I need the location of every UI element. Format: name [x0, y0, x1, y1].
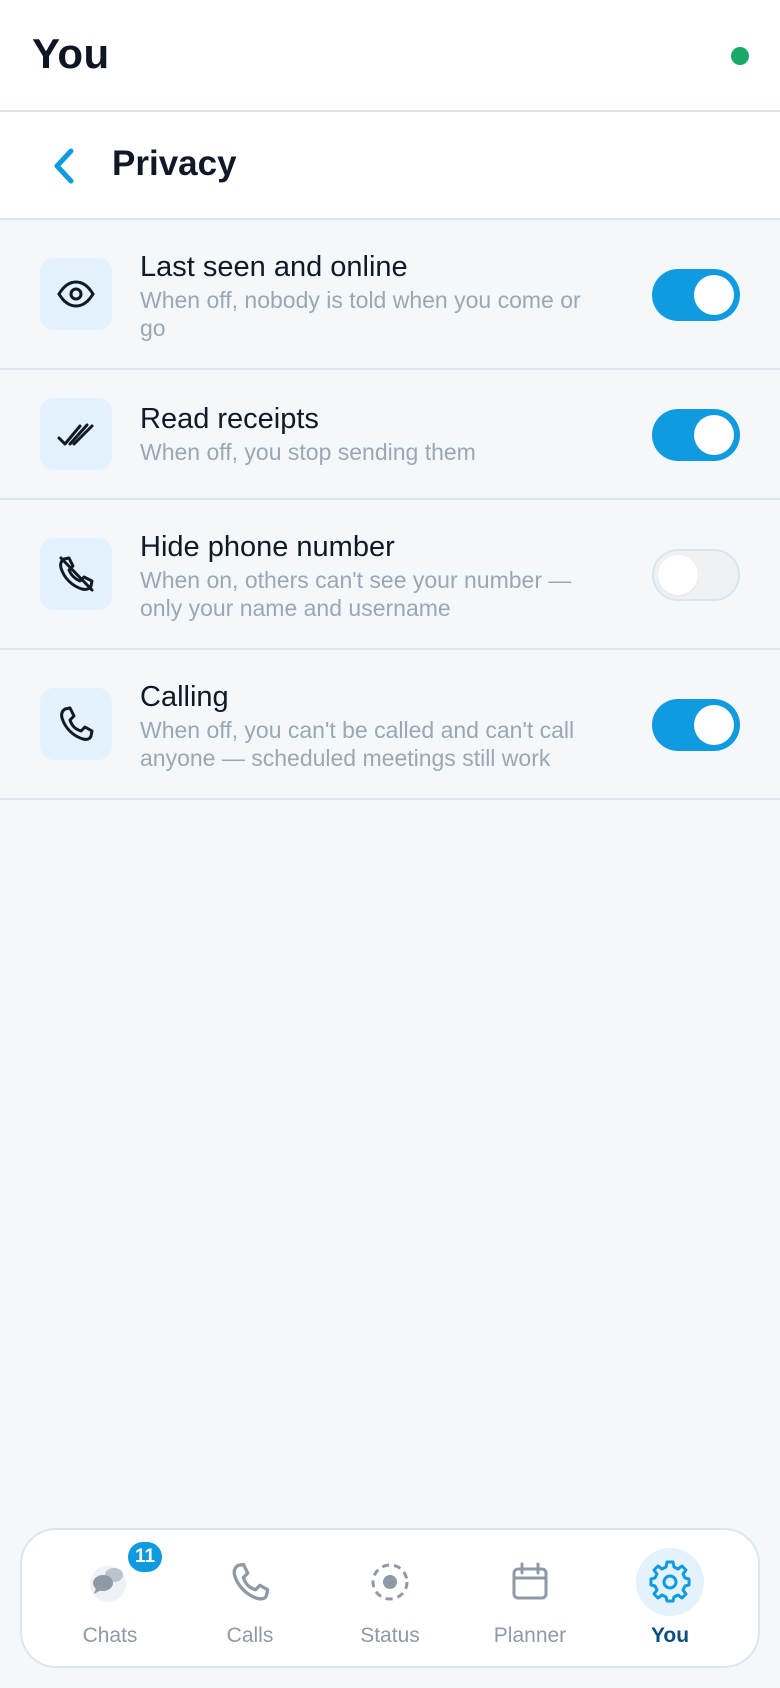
nav-planner[interactable]: Planner [462, 1530, 598, 1666]
chevron-left-icon [54, 148, 74, 184]
header-title: You [32, 30, 110, 77]
nav-label: You [650, 1624, 690, 1647]
nav-label: Calls [226, 1624, 274, 1647]
setting-hide-phone: Hide phone number When on, others can't … [0, 500, 780, 650]
toggle-knob [658, 555, 698, 595]
setting-text: Hide phone number When on, others can't … [140, 530, 610, 622]
page-title: Privacy [112, 144, 237, 183]
phone-hidden-icon [40, 538, 112, 610]
privacy-settings-list: Last seen and online When off, nobody is… [0, 220, 780, 800]
setting-read-receipts: Read receipts When off, you stop sending… [0, 370, 780, 500]
nav-calls[interactable]: Calls [182, 1530, 318, 1666]
hide-phone-toggle[interactable] [652, 549, 740, 601]
phone-icon [216, 1548, 284, 1616]
app-root: You Privacy Last seen and online When of… [0, 0, 780, 1688]
toggle-knob [694, 275, 734, 315]
top-header: You [0, 0, 780, 112]
phone-icon [40, 688, 112, 760]
nav-label: Planner [493, 1624, 567, 1647]
nav-label: Status [360, 1624, 420, 1647]
toggle-knob [694, 415, 734, 455]
back-button[interactable] [40, 142, 88, 190]
status-ring-icon [356, 1548, 424, 1616]
double-check-icon [40, 398, 112, 470]
eye-icon [40, 258, 112, 330]
setting-label: Read receipts [140, 403, 319, 435]
nav-label: Chats [82, 1624, 138, 1647]
nav-status[interactable]: Status [322, 1530, 458, 1666]
setting-description: When off, nobody is told when you come o… [140, 287, 581, 341]
setting-description: When on, others can't see your number — … [140, 567, 572, 621]
chats-unread-badge: 11 [126, 1540, 164, 1574]
setting-last-seen: Last seen and online When off, nobody is… [0, 220, 780, 370]
gear-icon [636, 1548, 704, 1616]
setting-label: Last seen and online [140, 251, 408, 283]
calling-toggle[interactable] [652, 699, 740, 751]
setting-description: When off, you stop sending them [140, 439, 476, 465]
nav-you[interactable]: You [602, 1530, 738, 1666]
read-receipts-toggle[interactable] [652, 409, 740, 461]
setting-text: Calling When off, you can't be called an… [140, 680, 610, 772]
toggle-knob [694, 705, 734, 745]
setting-text: Last seen and online When off, nobody is… [140, 250, 610, 342]
setting-label: Hide phone number [140, 531, 395, 563]
privacy-header: Privacy [0, 112, 780, 220]
setting-label: Calling [140, 681, 229, 713]
setting-calling: Calling When off, you can't be called an… [0, 650, 780, 800]
calendar-icon [496, 1548, 564, 1616]
setting-description: When off, you can't be called and can't … [140, 717, 575, 771]
last-seen-toggle[interactable] [652, 269, 740, 321]
online-status-dot [731, 47, 749, 65]
nav-chats[interactable]: 11 Chats [42, 1530, 178, 1666]
setting-text: Read receipts When off, you stop sending… [140, 402, 610, 466]
bottom-nav: 11 Chats Calls Status Planner You [20, 1528, 760, 1668]
